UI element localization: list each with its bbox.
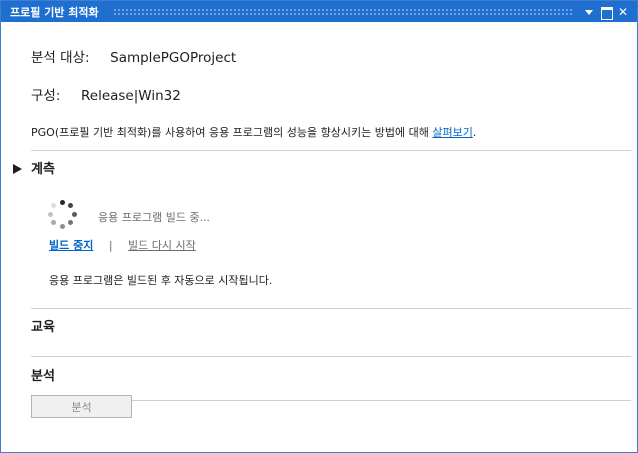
- info-row: PGO(프로필 기반 최적화)를 사용하여 응용 프로그램의 성능을 향상시키는…: [31, 124, 476, 140]
- build-status: 응용 프로그램 빌드 중...: [98, 211, 211, 224]
- spinner-dot: [67, 219, 73, 225]
- analyze-button[interactable]: 분석: [31, 395, 132, 418]
- config-row: 구성: Release|Win32: [31, 84, 181, 104]
- restart-build-link[interactable]: 빌드 다시 시작: [128, 239, 196, 252]
- loading-spinner-icon: [45, 197, 79, 231]
- title-bar[interactable]: 프로필 기반 최적화 ✕: [1, 1, 637, 22]
- window-title: 프로필 기반 최적화: [10, 5, 99, 19]
- learn-more-link[interactable]: 살펴보기: [432, 126, 472, 139]
- spinner-dot: [67, 203, 73, 208]
- action-separator: |: [108, 239, 113, 252]
- spinner-dot: [59, 199, 65, 205]
- build-note: 응용 프로그램은 빌드된 후 자동으로 시작됩니다.: [49, 274, 273, 287]
- spinner-dot: [47, 211, 53, 217]
- pgo-window: 프로필 기반 최적화 ✕ 분석 대상: SamplePGOProject 구성:…: [0, 0, 638, 453]
- divider: [31, 308, 631, 309]
- training-section[interactable]: 교육: [31, 316, 55, 335]
- config-label: 구성:: [31, 88, 61, 104]
- spinner-dot: [51, 219, 56, 225]
- config-value: Release|Win32: [80, 88, 181, 104]
- stop-build-link[interactable]: 빌드 중지: [49, 239, 93, 252]
- target-label: 분석 대상:: [31, 50, 90, 66]
- divider: [31, 150, 631, 151]
- maximize-icon[interactable]: [601, 6, 613, 20]
- measure-header[interactable]: 계측: [13, 158, 55, 177]
- title-grip[interactable]: [112, 8, 572, 15]
- spinner-dot: [59, 223, 65, 229]
- dropdown-icon[interactable]: [584, 7, 594, 17]
- measure-title: 계측: [31, 162, 55, 177]
- close-icon[interactable]: ✕: [618, 6, 628, 18]
- info-end: .: [472, 126, 477, 139]
- build-actions: 빌드 중지 | 빌드 다시 시작: [49, 237, 196, 253]
- divider: [31, 356, 631, 357]
- spinner-dot: [71, 211, 77, 217]
- content-area: 분석 대상: SamplePGOProject 구성: Release|Win3…: [1, 22, 637, 452]
- analysis-section[interactable]: 분석: [31, 365, 55, 384]
- spinner-dot: [51, 203, 56, 208]
- expand-triangle-icon[interactable]: [13, 163, 22, 174]
- target-row: 분석 대상: SamplePGOProject: [31, 46, 236, 66]
- info-text: PGO(프로필 기반 최적화)를 사용하여 응용 프로그램의 성능을 향상시키는…: [31, 126, 433, 139]
- target-value: SamplePGOProject: [110, 50, 237, 66]
